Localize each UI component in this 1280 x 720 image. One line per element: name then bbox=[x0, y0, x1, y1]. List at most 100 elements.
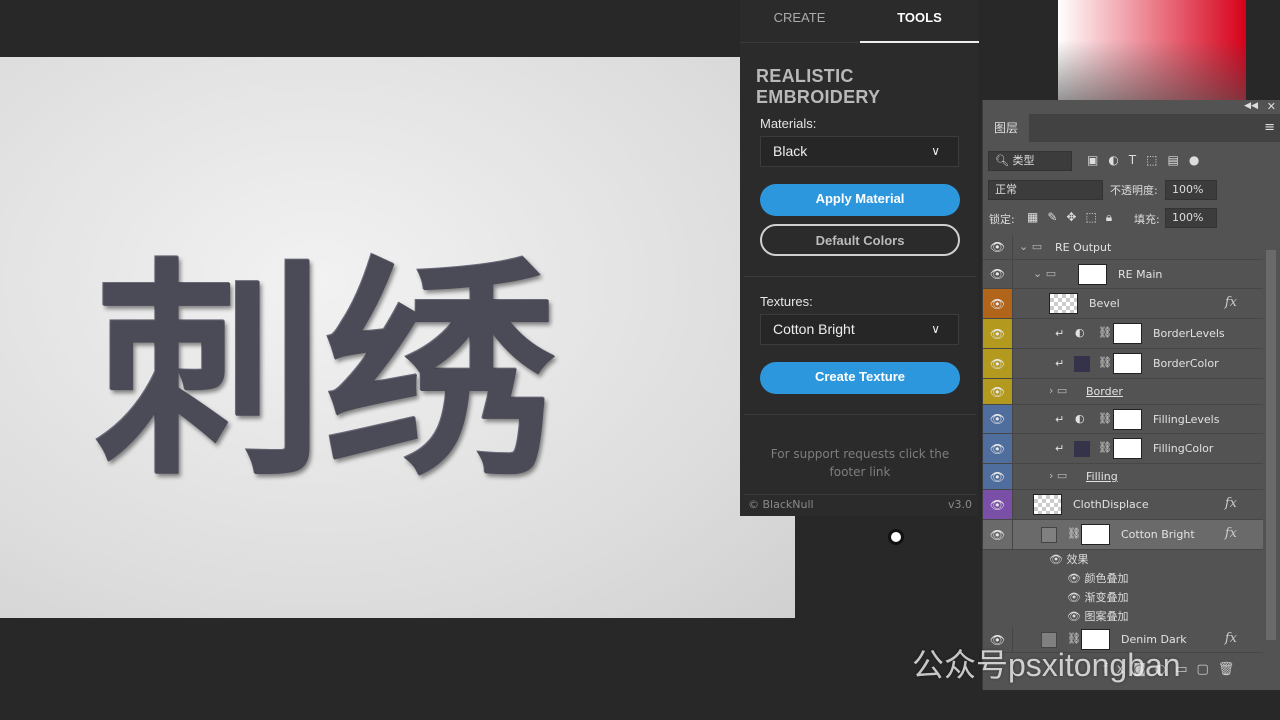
filter-kind-select[interactable]: 🔍︎ 类型 bbox=[988, 151, 1072, 171]
fx-icon[interactable]: fx bbox=[1225, 496, 1237, 511]
panel-title: REALISTIC EMBROIDERY bbox=[756, 66, 881, 107]
effect-name: 图案叠加 bbox=[1084, 610, 1129, 623]
layer-name[interactable]: Bevel bbox=[1089, 297, 1120, 310]
divider bbox=[744, 494, 976, 495]
version-label: v3.0 bbox=[947, 498, 972, 511]
layer-name[interactable]: Cotton Bright bbox=[1121, 528, 1195, 541]
apply-material-button[interactable]: Apply Material bbox=[760, 184, 960, 216]
realistic-embroidery-panel: CREATE TOOLS REALISTIC EMBROIDERY Materi… bbox=[740, 0, 979, 516]
mask-thumbnail bbox=[1078, 264, 1107, 285]
layer-row[interactable]: 👁︎ ↵ ⛓︎ FillingColor bbox=[983, 434, 1263, 464]
effects-item[interactable]: 👁︎ 效果 bbox=[1049, 551, 1088, 567]
folder-icon: › ▭ bbox=[1049, 469, 1068, 482]
layer-row[interactable]: 👁︎ Bevel fx bbox=[983, 289, 1263, 319]
fill-input[interactable]: 100% bbox=[1165, 208, 1217, 228]
visibility-eye-icon[interactable]: 👁︎ bbox=[983, 434, 1013, 463]
levels-icon: ◐ bbox=[1075, 411, 1085, 425]
layer-row[interactable]: 👁︎ ClothDisplace fx bbox=[983, 490, 1263, 520]
divider bbox=[744, 414, 976, 415]
textures-label: Textures: bbox=[760, 294, 813, 309]
clipping-arrow-icon: ↵ bbox=[1055, 442, 1065, 455]
layer-row[interactable]: 👁︎ ⌄ ▭ RE Main bbox=[983, 260, 1263, 289]
folder-icon: ⌄ ▭ bbox=[1019, 239, 1043, 253]
layer-row[interactable]: 👁︎ ⌄ ▭ RE Output bbox=[983, 235, 1263, 260]
effect-item[interactable]: 👁︎ 图案叠加 bbox=[1067, 608, 1128, 624]
layer-name[interactable]: Filling bbox=[1086, 470, 1118, 483]
color-picker-field[interactable] bbox=[1058, 0, 1246, 100]
layer-name[interactable]: BorderLevels bbox=[1153, 327, 1225, 340]
effect-item[interactable]: 👁︎ 渐变叠加 bbox=[1067, 589, 1128, 605]
visibility-eye-icon[interactable]: 👁︎ bbox=[983, 349, 1013, 378]
layer-name[interactable]: FillingColor bbox=[1153, 442, 1213, 455]
mask-thumbnail bbox=[1113, 409, 1142, 430]
visibility-eye-icon[interactable]: 👁︎ bbox=[983, 490, 1013, 519]
folder-icon: ⌄ ▭ bbox=[1033, 266, 1057, 280]
opacity-value: 100% bbox=[1172, 183, 1204, 196]
embroidery-artwork-text: 刺绣 bbox=[95, 237, 556, 507]
watermark: 公众号psxitongban bbox=[912, 647, 1181, 683]
visibility-eye-icon[interactable]: 👁︎ bbox=[983, 520, 1013, 549]
visibility-eye-icon[interactable]: 👁︎ bbox=[983, 235, 1013, 259]
effects-label: 效果 bbox=[1066, 553, 1089, 566]
visibility-eye-icon[interactable]: 👁︎ bbox=[983, 464, 1013, 489]
layer-name[interactable]: Border bbox=[1086, 385, 1123, 398]
filter-icons[interactable]: ▣◐T⬚▤● bbox=[1087, 153, 1209, 167]
visibility-eye-icon[interactable]: 👁︎ bbox=[983, 405, 1013, 433]
materials-select[interactable]: Black ∨ bbox=[760, 136, 959, 167]
layer-name[interactable]: RE Output bbox=[1055, 241, 1111, 254]
layer-row[interactable]: 👁︎ ↵ ◐ ⛓︎ FillingLevels bbox=[983, 405, 1263, 434]
opacity-input[interactable]: 100% bbox=[1165, 180, 1217, 200]
color-swatch bbox=[1074, 441, 1090, 457]
materials-value: Black bbox=[773, 143, 808, 159]
layer-row[interactable]: 👁︎ ↵ ⛓︎ BorderColor bbox=[983, 349, 1263, 379]
close-icon[interactable]: ✕ bbox=[1267, 100, 1276, 113]
chevron-down-icon: ∨ bbox=[931, 144, 940, 158]
blend-mode-select[interactable]: 正常 bbox=[988, 180, 1103, 200]
mask-thumbnail bbox=[1113, 353, 1142, 374]
fx-icon[interactable]: fx bbox=[1225, 526, 1237, 541]
layer-row[interactable]: 👁︎ › ▭ Border bbox=[983, 379, 1263, 405]
copyright-link[interactable]: © BlackNull bbox=[748, 498, 814, 511]
link-icon: ⛓︎ bbox=[1098, 356, 1112, 369]
chevron-down-icon: ∨ bbox=[931, 322, 940, 336]
tab-tools[interactable]: TOOLS bbox=[860, 0, 979, 43]
layer-name[interactable]: RE Main bbox=[1118, 268, 1162, 281]
materials-label: Materials: bbox=[760, 116, 817, 131]
textures-value: Cotton Bright bbox=[773, 321, 855, 337]
layer-thumbnail bbox=[1041, 527, 1057, 543]
support-text: For support requests click the footer li… bbox=[770, 447, 950, 479]
layer-name[interactable]: FillingLevels bbox=[1153, 413, 1219, 426]
layer-name[interactable]: BorderColor bbox=[1153, 357, 1219, 370]
visibility-eye-icon[interactable]: 👁︎ bbox=[983, 260, 1013, 288]
panel-menu-icon[interactable]: ≡ bbox=[1264, 120, 1275, 135]
lock-label: 锁定: bbox=[989, 213, 1015, 226]
fill-label: 填充: bbox=[1134, 213, 1160, 226]
layer-effects-list: 👁︎ 效果 👁︎ 颜色叠加 👁︎ 渐变叠加 👁︎ 图案叠加 bbox=[1013, 550, 1263, 626]
link-icon: ⛓︎ bbox=[1098, 441, 1112, 454]
collapse-icon[interactable]: ◀◀ bbox=[1244, 101, 1258, 111]
layer-row[interactable]: 👁︎ ⛓︎ Cotton Bright fx bbox=[983, 520, 1263, 550]
tab-layers[interactable]: 图层 bbox=[983, 114, 1029, 142]
link-icon: ⛓︎ bbox=[1067, 527, 1081, 540]
layer-row[interactable]: 👁︎ ↵ ◐ ⛓︎ BorderLevels bbox=[983, 319, 1263, 349]
tab-create[interactable]: CREATE bbox=[740, 0, 859, 43]
visibility-eye-icon[interactable]: 👁︎ bbox=[983, 379, 1013, 404]
default-colors-button[interactable]: Default Colors bbox=[760, 224, 960, 256]
effect-item[interactable]: 👁︎ 颜色叠加 bbox=[1067, 570, 1128, 586]
lock-icons[interactable]: ▦✎✥⬚🔒︎ bbox=[1027, 210, 1121, 225]
smart-object-thumbnail bbox=[1049, 293, 1078, 314]
color-swatch bbox=[1074, 356, 1090, 372]
textures-select[interactable]: Cotton Bright ∨ bbox=[760, 314, 959, 345]
document-canvas[interactable]: 刺绣 bbox=[0, 57, 795, 618]
visibility-eye-icon[interactable]: 👁︎ bbox=[983, 319, 1013, 348]
layers-scrollbar[interactable] bbox=[1266, 250, 1276, 640]
fx-icon[interactable]: fx bbox=[1225, 295, 1237, 310]
visibility-eye-icon[interactable]: 👁︎ bbox=[983, 289, 1013, 318]
fx-icon[interactable]: fx bbox=[1225, 631, 1237, 646]
layer-row[interactable]: 👁︎ › ▭ Filling bbox=[983, 464, 1263, 490]
effect-name: 渐变叠加 bbox=[1084, 591, 1129, 604]
layer-name[interactable]: ClothDisplace bbox=[1073, 498, 1149, 511]
create-texture-button[interactable]: Create Texture bbox=[760, 362, 960, 394]
clipping-arrow-icon: ↵ bbox=[1055, 327, 1065, 340]
filter-kind-value: 类型 bbox=[1012, 154, 1035, 167]
